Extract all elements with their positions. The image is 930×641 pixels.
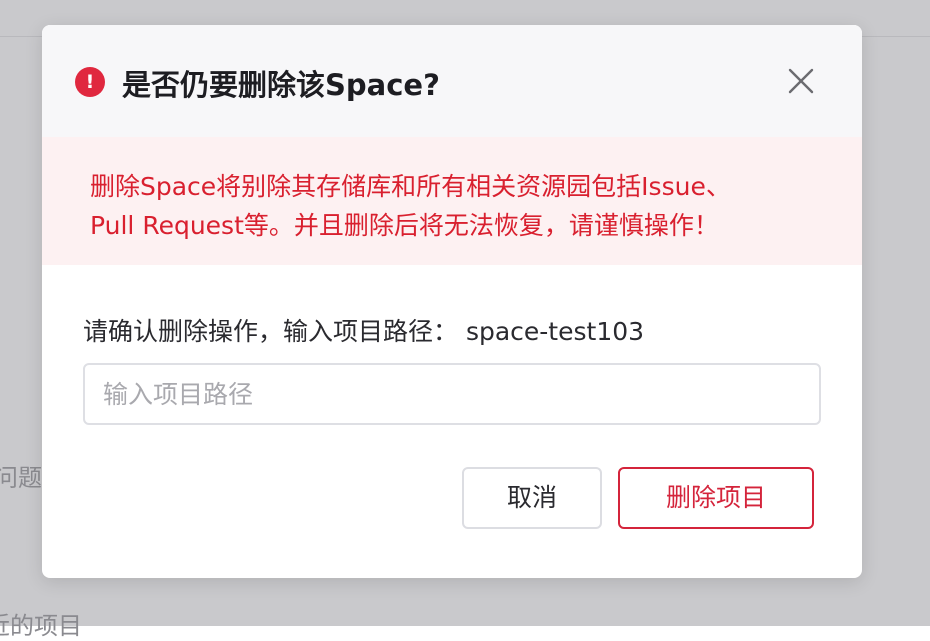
warning-text: 删除Space将别除其存储库和所有相关资源园包括Issue、 bbox=[90, 172, 731, 201]
delete-space-dialog: ! 是否仍要删除该Space? 删除Space将别除其存储库和所有相关资源园包括… bbox=[42, 25, 862, 578]
background-text: 近的项目 bbox=[0, 612, 82, 640]
delete-project-button[interactable]: 删除项目 bbox=[618, 467, 814, 529]
dialog-header: ! 是否仍要删除该Space? bbox=[42, 25, 862, 137]
project-path-input[interactable] bbox=[83, 363, 821, 425]
background-text: 问题 bbox=[0, 464, 42, 492]
cancel-button[interactable]: 取消 bbox=[462, 467, 602, 529]
confirm-prompt: 请确认删除操作，输入项目路径： space-test103 bbox=[83, 317, 645, 346]
close-icon[interactable] bbox=[784, 64, 818, 98]
alert-circle-icon: ! bbox=[75, 67, 105, 97]
dialog-title: 是否仍要删除该Space? bbox=[122, 68, 440, 102]
warning-text: Pull Request等。并且删除后将无法恢复，请谨慎操作！ bbox=[90, 211, 719, 240]
